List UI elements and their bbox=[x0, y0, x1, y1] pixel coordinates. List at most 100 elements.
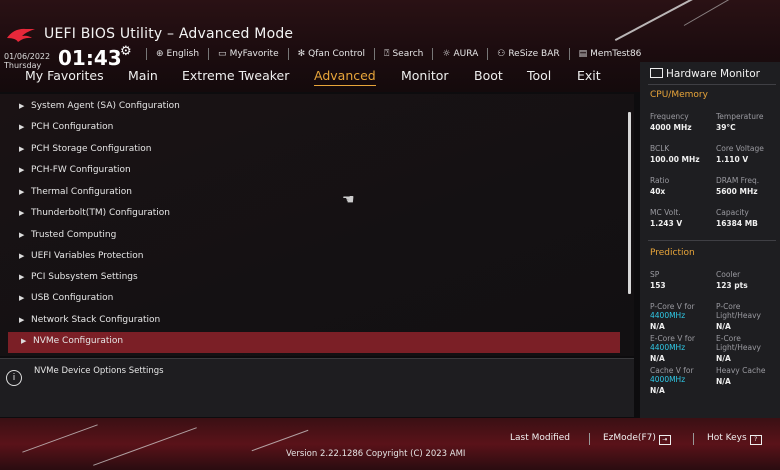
core-voltage-label: Core Voltage bbox=[716, 144, 764, 153]
cache-v-freq: 4000MHz bbox=[650, 375, 686, 384]
chevron-right-icon: ▶ bbox=[19, 145, 25, 153]
ezmode-button[interactable]: EzMode(F7) ⇥ bbox=[603, 433, 671, 445]
ratio-value: 40x bbox=[650, 187, 666, 196]
clock-settings-icon[interactable]: ⚙ bbox=[120, 44, 132, 59]
help-panel: i NVMe Device Options Settings bbox=[0, 358, 634, 417]
menu-my-favorites[interactable]: My Favorites bbox=[25, 68, 104, 83]
cooler-value: 123 pts bbox=[716, 281, 748, 290]
fan-icon: ✻ bbox=[297, 49, 306, 59]
chevron-right-icon: ▶ bbox=[19, 209, 25, 217]
menu-monitor[interactable]: Monitor bbox=[401, 68, 449, 83]
list-item-thermal[interactable]: ▶ Thermal Configuration bbox=[0, 183, 620, 204]
chevron-right-icon: ▶ bbox=[19, 102, 25, 110]
memtest-icon: ▤ bbox=[578, 49, 588, 59]
aura-button[interactable]: ☼ AURA bbox=[442, 49, 478, 59]
memtest-button[interactable]: ▤ MemTest86 bbox=[579, 49, 642, 59]
chevron-right-icon: ▶ bbox=[19, 166, 25, 174]
language-label: English bbox=[166, 49, 200, 59]
mc-volt-value: 1.243 V bbox=[650, 219, 683, 228]
language-button[interactable]: ⊕ English bbox=[156, 49, 199, 59]
pcore-lh-label-2: Light/Heavy bbox=[716, 311, 761, 320]
hardware-monitor-title: Hardware Monitor bbox=[650, 68, 760, 80]
list-item-label: Thermal Configuration bbox=[31, 187, 132, 197]
cache-v-label: Cache V for bbox=[650, 366, 694, 375]
hardware-monitor-panel: Hardware Monitor CPU/Memory Frequency 40… bbox=[640, 62, 780, 418]
list-item-label: PCH Configuration bbox=[31, 122, 114, 132]
sp-value: 153 bbox=[650, 281, 666, 290]
capacity-value: 16384 MB bbox=[716, 219, 758, 228]
footer-divider bbox=[693, 433, 694, 445]
qfan-control-label: Qfan Control bbox=[308, 49, 366, 59]
search-icon: ⍰ bbox=[384, 49, 390, 59]
list-item-trusted-computing[interactable]: ▶ Trusted Computing bbox=[0, 226, 620, 247]
list-item-label: UEFI Variables Protection bbox=[31, 251, 144, 261]
heavy-cache-value: N/A bbox=[716, 377, 731, 386]
list-item-label: Thunderbolt(TM) Configuration bbox=[31, 208, 170, 218]
toolbar-divider bbox=[487, 48, 489, 60]
bclk-value: 100.00 MHz bbox=[650, 155, 700, 164]
heavy-cache-label: Heavy Cache bbox=[716, 366, 766, 375]
list-item-system-agent[interactable]: ▶ System Agent (SA) Configuration bbox=[0, 97, 620, 118]
menu-tool[interactable]: Tool bbox=[527, 68, 551, 83]
cooler-label: Cooler bbox=[716, 270, 741, 279]
hardware-monitor-title-text: Hardware Monitor bbox=[666, 68, 760, 80]
ezmode-label: EzMode(F7) bbox=[603, 433, 656, 443]
qfan-control-button[interactable]: ✻ Qfan Control bbox=[298, 49, 365, 59]
list-item-network-stack[interactable]: ▶ Network Stack Configuration bbox=[0, 311, 620, 332]
toolbar-divider bbox=[287, 48, 289, 60]
list-item-usb[interactable]: ▶ USB Configuration bbox=[0, 289, 620, 310]
header-streak bbox=[683, 0, 737, 26]
toolbar-divider bbox=[146, 48, 147, 60]
chevron-right-icon: ▶ bbox=[19, 273, 25, 281]
list-item-pci-subsystem[interactable]: ▶ PCI Subsystem Settings bbox=[0, 268, 620, 289]
menu-extreme-tweaker[interactable]: Extreme Tweaker bbox=[182, 68, 289, 83]
menu-boot[interactable]: Boot bbox=[474, 68, 503, 83]
help-icon: ? bbox=[749, 435, 762, 445]
search-button[interactable]: ⍰ Search bbox=[384, 49, 423, 59]
ecore-v-value: N/A bbox=[650, 354, 665, 363]
menu-exit[interactable]: Exit bbox=[577, 68, 601, 83]
last-modified-button[interactable]: Last Modified bbox=[510, 433, 570, 443]
chevron-right-icon: ▶ bbox=[19, 252, 25, 260]
myfavorite-button[interactable]: ▭ MyFavorite bbox=[218, 49, 279, 59]
list-item-label: System Agent (SA) Configuration bbox=[31, 101, 180, 111]
list-item-uefi-variables[interactable]: ▶ UEFI Variables Protection bbox=[0, 247, 620, 268]
cpu-memory-section-title: CPU/Memory bbox=[650, 90, 708, 100]
cache-v-value: N/A bbox=[650, 386, 665, 395]
list-item-pch[interactable]: ▶ PCH Configuration bbox=[0, 118, 620, 139]
rog-logo-icon bbox=[7, 28, 35, 42]
clock-time: 01:43 bbox=[58, 46, 122, 70]
core-voltage-value: 1.110 V bbox=[716, 155, 749, 164]
date-text: 01/06/2022 bbox=[4, 52, 51, 61]
temperature-value: 39°C bbox=[716, 123, 736, 132]
resize-bar-label: ReSize BAR bbox=[508, 49, 560, 59]
list-scrollbar[interactable] bbox=[628, 112, 631, 294]
globe-icon: ⊕ bbox=[156, 49, 164, 59]
version-text: Version 2.22.1286 Copyright (C) 2023 AMI bbox=[286, 449, 466, 459]
hw-divider bbox=[648, 240, 776, 241]
chevron-right-icon: ▶ bbox=[19, 294, 25, 302]
chevron-right-icon: ▶ bbox=[21, 337, 27, 345]
chevron-right-icon: ▶ bbox=[19, 188, 25, 196]
ratio-label: Ratio bbox=[650, 176, 670, 185]
resize-bar-button[interactable]: ⚇ ReSize BAR bbox=[497, 49, 559, 59]
list-item-pch-storage[interactable]: ▶ PCH Storage Configuration bbox=[0, 140, 620, 161]
chevron-right-icon: ▶ bbox=[19, 123, 25, 131]
myfavorite-label: MyFavorite bbox=[229, 49, 279, 59]
toolbar: ⊕ English ▭ MyFavorite ✻ Qfan Control ⍰ … bbox=[146, 48, 641, 60]
footer-streak bbox=[93, 427, 197, 466]
toolbar-divider bbox=[208, 48, 210, 60]
list-item-pch-fw[interactable]: ▶ PCH-FW Configuration bbox=[0, 161, 620, 182]
pcore-v-label: P-Core V for bbox=[650, 302, 695, 311]
list-item-label: PCH-FW Configuration bbox=[31, 165, 131, 175]
hot-keys-button[interactable]: Hot Keys? bbox=[707, 433, 762, 445]
temperature-label: Temperature bbox=[716, 112, 764, 121]
frequency-label: Frequency bbox=[650, 112, 689, 121]
favorite-icon: ▭ bbox=[218, 49, 227, 59]
dram-freq-label: DRAM Freq. bbox=[716, 176, 760, 185]
list-item-thunderbolt[interactable]: ▶ Thunderbolt(TM) Configuration bbox=[0, 204, 620, 225]
menu-advanced[interactable]: Advanced bbox=[314, 68, 376, 86]
list-item-nvme[interactable]: ▶ NVMe Configuration bbox=[8, 332, 620, 353]
menu-main[interactable]: Main bbox=[128, 68, 158, 83]
ecore-lh-label-2: Light/Heavy bbox=[716, 343, 761, 352]
